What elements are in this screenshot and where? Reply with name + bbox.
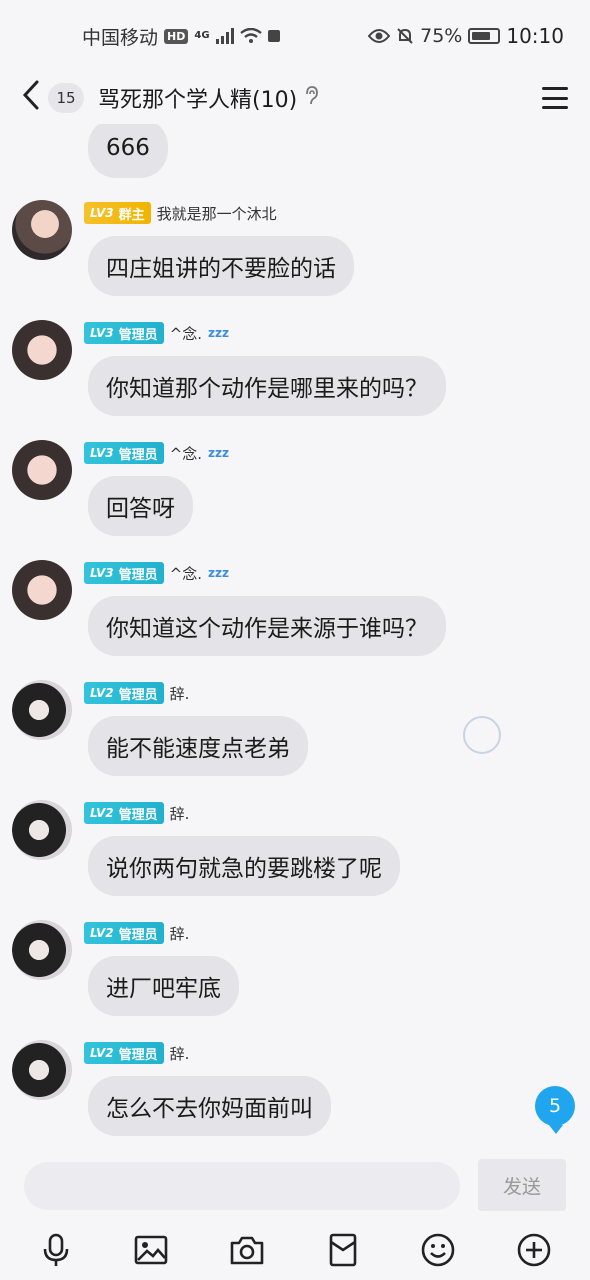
role-badge: LV3 管理员 xyxy=(84,442,164,464)
avatar[interactable] xyxy=(12,440,72,500)
wifi-icon xyxy=(239,28,262,43)
message-bubble[interactable]: 你知道这个动作是来源于谁吗？ xyxy=(88,596,446,656)
mute-bell-icon xyxy=(397,28,413,44)
sleep-zz-icon: zzz xyxy=(208,326,229,340)
battery-percent: 75% xyxy=(420,25,463,47)
clock: 10:10 xyxy=(506,24,564,48)
plus-icon[interactable] xyxy=(510,1226,558,1274)
eye-icon xyxy=(368,29,391,43)
hd-icon: HD xyxy=(164,28,189,44)
input-bar: 发送 xyxy=(0,1150,590,1220)
message-input[interactable] xyxy=(24,1162,460,1210)
bottom-toolbar xyxy=(0,1220,590,1280)
sender-name[interactable]: ^念. xyxy=(170,443,202,464)
battery-icon xyxy=(468,28,501,44)
message-bubble[interactable]: 进厂吧牢底 xyxy=(88,956,239,1016)
message-bubble[interactable]: 四庄姐讲的不要脸的话 xyxy=(88,236,354,296)
image-icon[interactable] xyxy=(127,1226,175,1274)
menu-icon[interactable] xyxy=(542,87,568,109)
sender-name[interactable]: 辞. xyxy=(170,803,190,824)
message-list[interactable]: 666 LV3 群主 我就是那一个沐北 四庄姐讲的不要脸的话 LV3 管理员 ^念.… xyxy=(0,124,590,1140)
back-arrow-icon[interactable] xyxy=(22,80,44,116)
avatar[interactable] xyxy=(12,320,72,380)
camera-icon[interactable] xyxy=(223,1226,271,1274)
emoji-icon[interactable] xyxy=(414,1226,462,1274)
chat-title[interactable]: 骂死那个学人精(10) xyxy=(98,82,297,114)
message-bubble[interactable]: 你知道那个动作是哪里来的吗？ xyxy=(88,356,446,416)
unread-count-badge[interactable]: 15 xyxy=(48,83,84,113)
role-badge: LV3 管理员 xyxy=(84,322,164,344)
notification-square-icon xyxy=(267,30,280,42)
avatar[interactable] xyxy=(12,920,72,980)
sender-name[interactable]: ^念. xyxy=(170,563,202,584)
chat-header: 15 骂死那个学人精(10) xyxy=(0,72,590,124)
message-bubble[interactable]: 回答呀 xyxy=(88,476,193,536)
message-bubble[interactable]: 能不能速度点老弟 xyxy=(88,716,308,776)
avatar[interactable] xyxy=(12,1040,72,1100)
sender-name[interactable]: ^念. xyxy=(170,323,202,344)
mic-icon[interactable] xyxy=(32,1226,80,1274)
carrier-label: 中国移动 xyxy=(82,26,159,49)
sender-name[interactable]: 辞. xyxy=(170,683,190,704)
message-bubble[interactable]: 怎么不去你妈面前叫 xyxy=(88,1076,331,1136)
sender-name[interactable]: 辞. xyxy=(170,1043,190,1064)
role-badge: LV2 管理员 xyxy=(84,1042,164,1064)
sender-name[interactable]: 辞. xyxy=(170,923,190,944)
sleep-zz-icon: zzz xyxy=(208,566,229,580)
red-packet-icon[interactable] xyxy=(319,1226,367,1274)
avatar[interactable] xyxy=(12,800,72,860)
avatar[interactable] xyxy=(12,560,72,620)
new-messages-badge[interactable]: 5 xyxy=(535,1086,575,1134)
status-bar: 中国移动 HD 4G 75% 10:10 xyxy=(0,0,590,72)
avatar[interactable] xyxy=(12,680,72,740)
avatar[interactable] xyxy=(12,200,72,260)
role-badge: LV2 管理员 xyxy=(84,802,164,824)
network-type-label: 4G xyxy=(194,30,210,41)
message-bubble[interactable]: 说你两句就急的要跳楼了呢 xyxy=(88,836,400,896)
role-badge: LV2 管理员 xyxy=(84,922,164,944)
role-badge: LV2 管理员 xyxy=(84,682,164,704)
send-button[interactable]: 发送 xyxy=(478,1159,566,1211)
signal-icon xyxy=(215,28,234,44)
sleep-zz-icon: zzz xyxy=(208,446,229,460)
message-bubble[interactable]: 666 xyxy=(88,124,168,178)
sender-name[interactable]: 我就是那一个沐北 xyxy=(157,203,277,224)
role-badge: LV3 管理员 xyxy=(84,562,164,584)
ear-icon[interactable] xyxy=(305,85,319,111)
loading-spinner-icon xyxy=(463,716,501,754)
role-badge: LV3 群主 xyxy=(84,202,151,224)
